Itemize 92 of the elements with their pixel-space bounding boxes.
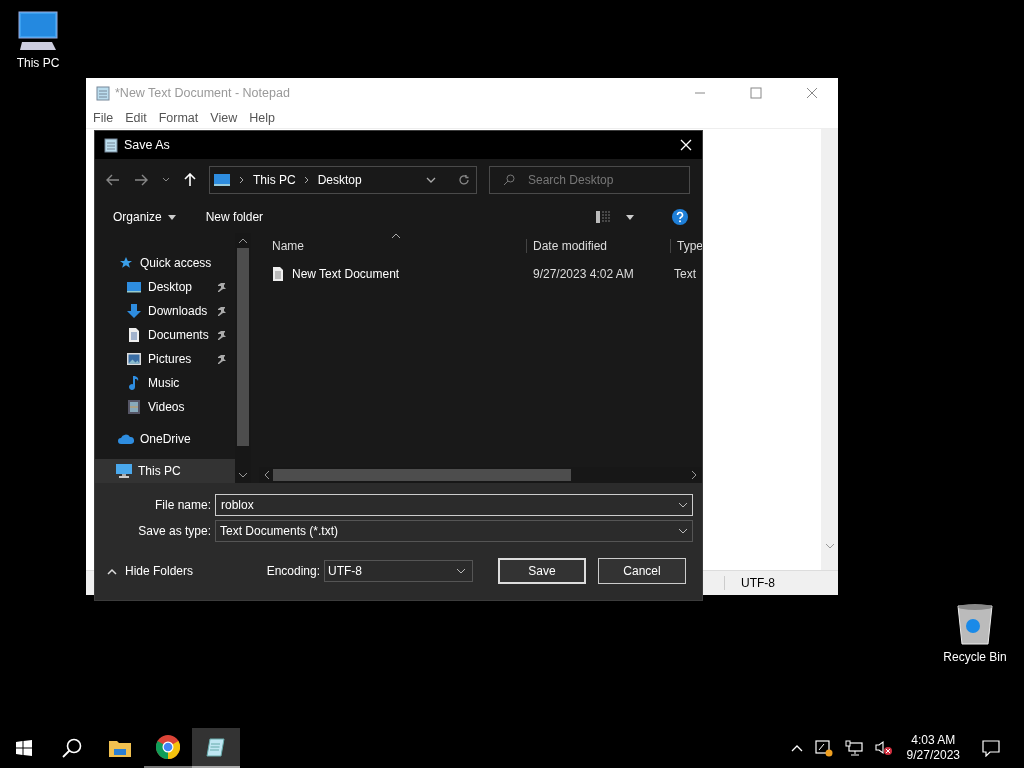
chevron-right-icon[interactable]: [691, 470, 698, 480]
breadcrumb-item[interactable]: This PC: [253, 173, 296, 187]
chevron-down-icon[interactable]: [162, 177, 170, 183]
computer-icon: [115, 463, 133, 479]
file-date: 9/27/2023 4:02 AM: [532, 267, 635, 281]
file-name-label: File name:: [153, 498, 212, 512]
computer-icon[interactable]: [16, 10, 60, 52]
nav-item[interactable]: Pictures: [95, 347, 235, 371]
notepad-icon: [95, 85, 111, 101]
column-header[interactable]: Type: [670, 239, 702, 253]
menu-item[interactable]: Help: [249, 111, 275, 125]
music-note-icon: [128, 375, 140, 391]
nav-item[interactable]: Videos: [95, 395, 235, 419]
dialog-title: Save As: [124, 138, 170, 152]
cancel-button[interactable]: Cancel: [598, 558, 686, 584]
sync-warning-icon[interactable]: [814, 739, 833, 757]
network-icon[interactable]: [844, 740, 863, 756]
picture-icon: [126, 352, 142, 366]
chevron-down-icon: [456, 567, 466, 575]
view-list-icon[interactable]: [596, 211, 612, 223]
file-name-field[interactable]: roblox: [215, 494, 693, 516]
nav-item[interactable]: Music: [95, 371, 235, 395]
menu-item[interactable]: View: [210, 111, 238, 125]
search-icon: [503, 174, 515, 186]
menu-item[interactable]: Format: [158, 111, 199, 125]
save-button[interactable]: Save: [498, 558, 586, 584]
window-title: *New Text Document - Notepad: [115, 86, 290, 100]
clock[interactable]: 4:03 AM 9/27/2023: [906, 733, 960, 763]
search-field[interactable]: Search Desktop: [489, 166, 690, 194]
nav-item[interactable]: This PC: [95, 459, 235, 483]
windows-logo-icon: [16, 740, 32, 756]
nav-item[interactable]: OneDrive: [95, 427, 235, 451]
encoding-dropdown[interactable]: UTF-8: [324, 560, 473, 582]
nav-item[interactable]: Downloads: [95, 299, 235, 323]
notification-icon[interactable]: [982, 739, 1000, 757]
chevron-right-icon: [239, 176, 245, 184]
caret-icon: [167, 214, 176, 220]
file-name[interactable]: New Text Document: [292, 267, 400, 281]
chevron-down-icon[interactable]: [678, 502, 688, 509]
nav-item[interactable]: Documents: [95, 323, 235, 347]
star-icon: [119, 256, 133, 270]
desktop-icon-label[interactable]: Recycle Bin: [943, 650, 1007, 664]
desktop-icon-label[interactable]: This PC: [16, 56, 60, 70]
menu-item[interactable]: File: [93, 111, 114, 125]
taskbar-button[interactable]: [192, 728, 240, 768]
document-icon: [127, 327, 141, 343]
address-bar[interactable]: This PC Desktop: [209, 166, 477, 194]
up-arrow-icon[interactable]: [184, 173, 196, 187]
chevron-up-icon[interactable]: [238, 237, 248, 244]
nav-item[interactable]: Quick access: [95, 251, 235, 275]
desktop-icon: [126, 280, 142, 294]
nav-item[interactable]: Desktop: [95, 275, 235, 299]
status-encoding: UTF-8: [724, 576, 775, 590]
film-icon: [127, 399, 141, 415]
chevron-left-icon[interactable]: [263, 470, 270, 480]
forward-arrow-icon[interactable]: [134, 174, 148, 186]
chevron-up-icon: [107, 567, 117, 575]
scroll-thumb[interactable]: [237, 248, 249, 446]
organize-button[interactable]: Organize: [105, 208, 184, 226]
column-header[interactable]: Date modified: [526, 239, 670, 253]
hide-folders-button[interactable]: Hide Folders: [95, 564, 194, 578]
chevron-right-icon: [303, 176, 310, 184]
folder-icon: [109, 739, 131, 757]
menu-item[interactable]: Edit: [125, 111, 147, 125]
scrollbar[interactable]: [821, 129, 838, 570]
desktop-icon: [213, 173, 231, 187]
muted-speaker-icon[interactable]: [874, 740, 893, 756]
file-type: Text: [673, 267, 697, 281]
search-icon: [62, 738, 82, 758]
breadcrumb-item[interactable]: Desktop: [317, 173, 362, 187]
notepad-icon: [103, 137, 119, 153]
refresh-icon[interactable]: [458, 174, 470, 186]
recycle-bin-icon[interactable]: [955, 602, 995, 646]
scroll-thumb[interactable]: [273, 469, 571, 481]
help-icon[interactable]: [672, 209, 688, 225]
chevron-down-icon[interactable]: [238, 472, 248, 479]
notepad-icon: [205, 736, 227, 758]
chevron-down-icon[interactable]: [426, 176, 436, 184]
caret-icon[interactable]: [626, 214, 634, 220]
clock-date: 9/27/2023: [906, 748, 960, 763]
new-folder-button[interactable]: New folder: [197, 208, 272, 226]
browser-icon: [156, 735, 180, 759]
text-file-icon: [272, 266, 284, 282]
column-header[interactable]: Name: [259, 239, 526, 253]
chevron-down-icon: [678, 527, 688, 535]
save-as-type-dropdown[interactable]: Text Documents (*.txt): [215, 520, 693, 542]
clock-time: 4:03 AM: [911, 733, 956, 748]
save-as-type-label: Save as type:: [137, 524, 212, 538]
encoding-label: Encoding:: [266, 564, 320, 578]
download-arrow-icon: [126, 303, 142, 319]
cloud-icon: [117, 433, 135, 445]
back-arrow-icon[interactable]: [106, 174, 120, 186]
